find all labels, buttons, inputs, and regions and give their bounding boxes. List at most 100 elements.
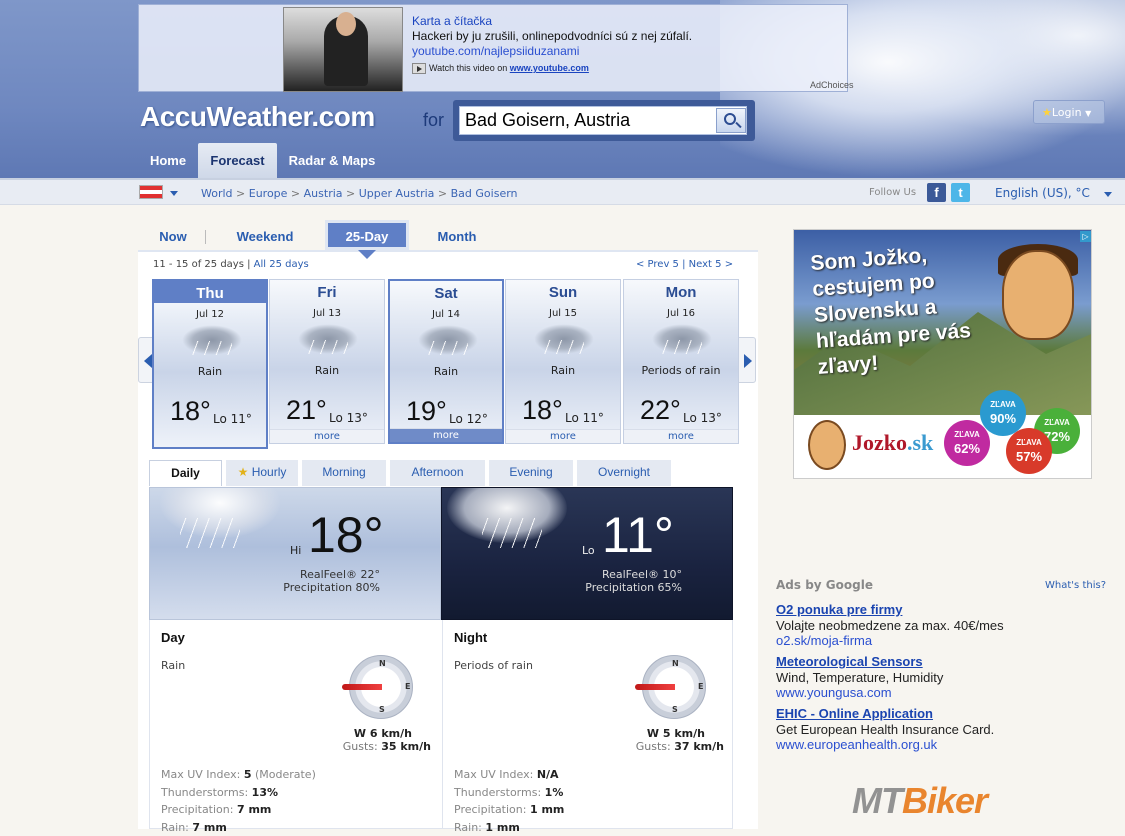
day-condition: Rain: [550, 364, 576, 377]
austria-flag-icon[interactable]: [139, 185, 163, 199]
breadcrumb-upper-austria[interactable]: Upper Austria: [359, 187, 435, 200]
precip-text: Precipitation 80%: [283, 581, 380, 594]
follow-us-label: Follow Us: [869, 187, 917, 198]
twitter-icon[interactable]: t: [951, 183, 970, 202]
video-thumbnail[interactable]: [283, 7, 403, 92]
youtube-link[interactable]: www.youtube.com: [510, 63, 589, 73]
facebook-icon[interactable]: f: [927, 183, 946, 202]
tab-evening[interactable]: Evening: [489, 460, 573, 486]
day-range: 11 - 15 of 25 days | All 25 days: [153, 259, 309, 270]
day-card[interactable]: Sun Jul 15 Rain 18° Lo 11° more: [505, 279, 621, 444]
thunder-label: Thunderstorms:: [454, 785, 542, 799]
tab-month[interactable]: Month: [422, 224, 492, 250]
rain-cloud-icon: [534, 324, 594, 364]
next-5-link[interactable]: Next 5 >: [689, 259, 733, 270]
breadcrumb-world[interactable]: World: [201, 187, 233, 200]
google-ad-item[interactable]: O2 ponuka pre firmy Volajte neobmedzene z…: [776, 602, 1106, 648]
day-high: 21°: [286, 395, 327, 425]
ad-title[interactable]: Karta a čítačka: [412, 14, 492, 28]
thunder-value: 13%: [251, 785, 279, 799]
day-date: Jul 16: [667, 308, 695, 319]
location-search-input[interactable]: [459, 106, 747, 135]
day-wind: W 6 km/h: [353, 727, 412, 740]
prev-5-link[interactable]: < Prev 5: [636, 259, 679, 270]
day-card[interactable]: Fri Jul 13 Rain 21° Lo 13° more: [269, 279, 385, 444]
day-night-details: Day Rain NES W 6 km/h Gusts: 35 km/h Max…: [149, 620, 733, 834]
adchoices-label[interactable]: AdChoices: [810, 80, 854, 90]
login-button[interactable]: ★Login ▼: [1033, 100, 1105, 124]
day-card[interactable]: Sat Jul 14 Rain 19° Lo 12° more: [388, 279, 504, 444]
ad-title[interactable]: O2 ponuka pre firmy: [776, 602, 1106, 617]
rain-value: 1 mm: [485, 820, 520, 834]
language-label: English (US), °C: [995, 186, 1090, 200]
more-link[interactable]: more: [506, 429, 620, 443]
night-realfeel: RealFeel® 10° Precipitation 65%: [552, 568, 682, 594]
tab-now[interactable]: Now: [148, 224, 198, 250]
day-condition: Periods of rain: [641, 364, 721, 377]
ad-url[interactable]: o2.sk/moja-firma: [776, 633, 1106, 648]
chevron-down-icon: [1103, 192, 1112, 197]
night-wind: W 5 km/h: [646, 727, 705, 740]
tab-hourly[interactable]: ★ Hourly: [226, 460, 298, 486]
day-gusts: Gusts: 35 km/h: [300, 740, 431, 753]
breadcrumb-austria[interactable]: Austria: [304, 187, 343, 200]
ad-url[interactable]: youtube.com/najlepsiiduzanami: [412, 44, 579, 58]
more-link[interactable]: more: [390, 428, 502, 442]
ad-url[interactable]: www.europeanhealth.org.uk: [776, 737, 1106, 752]
wind-compass-icon: NES: [635, 655, 706, 719]
day-card[interactable]: Mon Jul 16 Periods of rain 22° Lo 13° more: [623, 279, 739, 444]
day-condition: Rain: [197, 365, 223, 378]
google-ad-item[interactable]: Meteorological Sensors Wind, Temperature,…: [776, 654, 1106, 700]
day-card[interactable]: Thu Jul 12 Rain 18° Lo 11°: [152, 279, 268, 449]
language-selector[interactable]: English (US), °C: [995, 186, 1112, 200]
all-days-link[interactable]: All 25 days: [254, 259, 309, 270]
ad-desc: Volajte neobmedzene za max. 40€/mes: [776, 618, 1004, 633]
day-name: Sun: [548, 284, 578, 301]
day-low: Lo 13°: [683, 411, 722, 425]
day-stats: Max UV Index: 5 (Moderate) Thunderstorms…: [161, 766, 316, 836]
precip-text: Precipitation 65%: [585, 581, 682, 594]
country-dropdown-icon[interactable]: [170, 191, 178, 196]
nav-home[interactable]: Home: [138, 143, 198, 178]
play-icon[interactable]: [412, 63, 426, 75]
ad-title[interactable]: EHIC - Online Application: [776, 706, 1106, 721]
ad-desc: Get European Health Insurance Card.: [776, 722, 995, 737]
gusts-label: Gusts:: [635, 740, 671, 753]
rain-value: 7 mm: [192, 820, 227, 834]
day-name: Fri: [317, 284, 337, 301]
day-high: 18°: [170, 396, 211, 426]
more-link[interactable]: more: [624, 429, 738, 443]
tab-morning[interactable]: Morning: [302, 460, 386, 486]
adchoices-icon[interactable]: ▷: [1080, 231, 1091, 242]
ad-title[interactable]: Meteorological Sensors: [776, 654, 1106, 669]
tab-weekend[interactable]: Weekend: [222, 224, 308, 250]
search-button[interactable]: [716, 108, 746, 133]
night-gusts: Gusts: 37 km/h: [593, 740, 724, 753]
tab-overnight[interactable]: Overnight: [577, 460, 671, 486]
whats-this-link[interactable]: What's this?: [1045, 580, 1106, 591]
more-link[interactable]: more: [270, 429, 384, 443]
discount-badge: ZĽAVA 57%: [1006, 428, 1052, 474]
pager-separator: |: [682, 259, 686, 270]
nav-radar-maps[interactable]: Radar & Maps: [277, 143, 387, 178]
uv-value: 5: [243, 768, 252, 781]
tab-daily[interactable]: Daily: [149, 460, 222, 486]
ad-watch-line: Watch this video on www.youtube.com: [412, 63, 589, 75]
tab-afternoon[interactable]: Afternoon: [390, 460, 485, 486]
top-video-ad[interactable]: Karta a čítačka Hackeri by ju zrušili, o…: [138, 4, 848, 92]
ad-url[interactable]: www.youngusa.com: [776, 685, 1106, 700]
breadcrumb-bad-goisern[interactable]: Bad Goisern: [451, 187, 518, 200]
day-title: Day: [161, 630, 185, 645]
tab-25-day[interactable]: 25-Day: [325, 220, 409, 250]
forecast-tabs: Now Weekend 25-Day Month: [138, 218, 758, 250]
day-date: Jul 13: [313, 308, 341, 319]
breadcrumb-europe[interactable]: Europe: [249, 187, 288, 200]
rain-label: Rain:: [161, 820, 189, 834]
jozko-banner-ad[interactable]: Som Jožko, cestujem po Slovensku a hľadá…: [793, 229, 1092, 479]
for-label: for: [423, 110, 445, 130]
google-ad-item[interactable]: EHIC - Online Application Get European He…: [776, 706, 1106, 752]
star-icon: ★: [237, 465, 249, 479]
accuweather-logo[interactable]: AccuWeather.com: [140, 101, 375, 133]
pager: < Prev 5 | Next 5 >: [636, 259, 733, 270]
nav-forecast[interactable]: Forecast: [198, 143, 277, 178]
